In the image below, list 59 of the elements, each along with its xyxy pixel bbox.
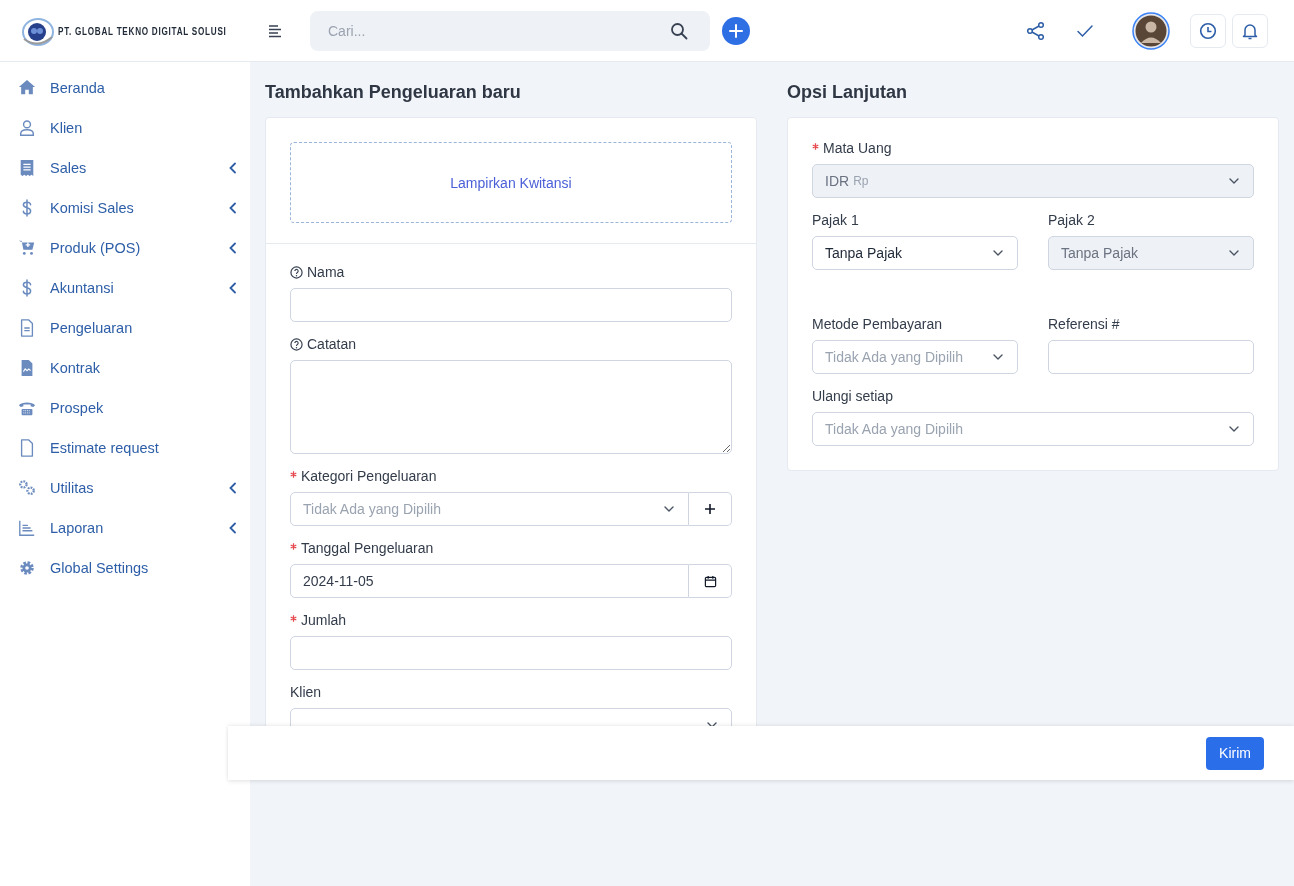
sidebar-item[interactable]: Global Settings <box>18 548 238 588</box>
field-label: Referensi # <box>1048 316 1120 333</box>
search-icon[interactable] <box>670 21 688 40</box>
clock-button[interactable] <box>1190 13 1226 48</box>
search-box[interactable]: Cari... <box>310 10 710 51</box>
gears-icon <box>18 479 36 497</box>
menu-icon[interactable] <box>268 23 282 38</box>
sidebar-item[interactable]: Akuntansi <box>18 268 238 308</box>
company-name: PT. GLOBAL TEKNO DIGITAL SOLUSI <box>58 24 227 37</box>
calendar-button[interactable] <box>689 564 732 598</box>
date-field[interactable]: 2024-11-05 <box>290 564 689 598</box>
field-label: Pajak 2 <box>1048 212 1095 229</box>
document-icon <box>18 319 36 337</box>
field-label: Nama <box>307 264 345 281</box>
field-label: Jumlah <box>301 612 347 629</box>
clock-icon <box>1199 21 1217 40</box>
sidebar-item[interactable]: Kontrak <box>18 348 238 388</box>
avatar-icon[interactable] <box>1132 11 1170 50</box>
field-label: Mata Uang <box>823 140 892 157</box>
receipt-icon <box>18 159 36 177</box>
bell-icon <box>1241 21 1259 40</box>
calendar-icon <box>703 574 717 588</box>
field-label: Pajak 1 <box>812 212 859 229</box>
file-icon <box>18 439 36 457</box>
field-label: Ulangi setiap <box>812 388 893 405</box>
sidebar-item[interactable]: Komisi Sales <box>18 188 238 228</box>
section-title: Opsi Lanjutan <box>787 81 908 103</box>
input-field[interactable] <box>1048 340 1254 374</box>
search-field[interactable]: Cari... <box>326 21 670 40</box>
field-label: Tanggal Pengeluaran <box>301 540 434 557</box>
input-field[interactable] <box>290 288 732 322</box>
sidebar-item[interactable]: Klien <box>18 108 238 148</box>
sidebar-item[interactable]: Sales <box>18 148 238 188</box>
sidebar-item[interactable]: Utilitas <box>18 468 238 508</box>
chart-list-icon <box>18 519 36 537</box>
sidebar-item[interactable]: Laporan <box>18 508 238 548</box>
submit-button[interactable]: Kirim <box>1206 736 1264 770</box>
sidebar-item[interactable]: Prospek <box>18 388 238 428</box>
field-label: Kategori Pengeluaran <box>301 468 437 485</box>
notification-button[interactable] <box>1232 13 1268 48</box>
field-label: Catatan <box>307 336 357 353</box>
settings-icon <box>18 559 36 577</box>
sidebar-item[interactable]: Pengeluaran <box>18 308 238 348</box>
select-field[interactable]: Tanpa Pajak <box>812 236 1018 270</box>
home-icon <box>18 79 36 97</box>
input-field[interactable] <box>290 636 732 670</box>
share-icon[interactable] <box>1026 20 1046 41</box>
sidebar-item[interactable]: Estimate request <box>18 428 238 468</box>
section-title: Tambahkan Pengeluaran baru <box>265 81 522 103</box>
attachment-dropzone[interactable]: Lampirkan Kwitansi <box>290 142 732 223</box>
cart-icon <box>18 239 36 257</box>
sidebar-item[interactable]: Beranda <box>18 68 238 108</box>
add-category-button[interactable] <box>689 492 732 526</box>
field-label: Metode Pembayaran <box>812 316 942 333</box>
sidebar-item[interactable]: Produk (POS) <box>18 228 238 268</box>
user-icon <box>18 119 36 137</box>
add-button-icon[interactable] <box>722 16 750 45</box>
field-label: Klien <box>290 684 322 701</box>
plus-icon <box>704 503 716 515</box>
